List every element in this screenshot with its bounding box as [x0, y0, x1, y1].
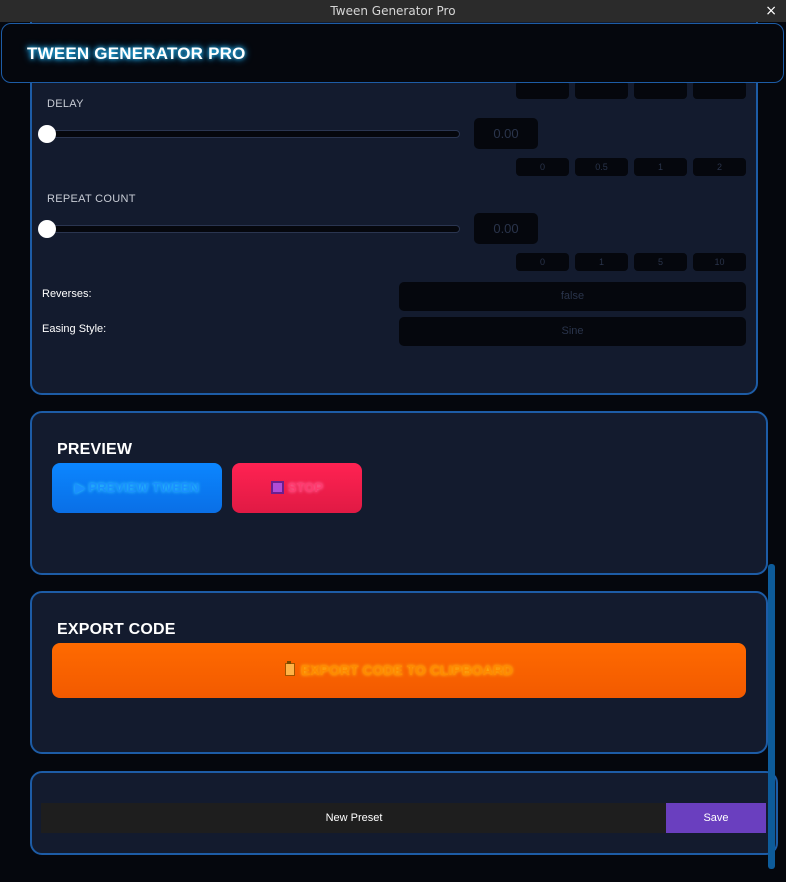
preview-tween-button[interactable]: ▶ PREVIEW TWEEN	[52, 463, 222, 513]
repeat-count-label: REPEAT COUNT	[47, 193, 136, 205]
delay-slider-handle[interactable]	[38, 125, 56, 143]
preview-title: PREVIEW	[57, 441, 133, 458]
preview-panel: PREVIEW ▶ PREVIEW TWEEN STOP	[30, 411, 768, 575]
app-header: TWEEN GENERATOR PRO	[1, 23, 784, 83]
app-title: TWEEN GENERATOR PRO	[27, 44, 246, 63]
stop-icon	[270, 481, 284, 494]
export-title: EXPORT CODE	[57, 621, 176, 638]
repeat-preset-1[interactable]: 1	[575, 253, 628, 271]
repeat-count-value-box[interactable]: 0.00	[474, 213, 538, 244]
preset-name-input[interactable]: New Preset	[41, 803, 667, 833]
delay-preset-3[interactable]: 2	[693, 158, 746, 176]
prev-preset-chip[interactable]	[575, 81, 628, 99]
app-body: TWEEN GENERATOR PRO DELAY 0.00 0 0.5 1 2…	[0, 22, 786, 882]
delay-preset-1[interactable]: 0.5	[575, 158, 628, 176]
clipboard-icon	[284, 661, 295, 676]
repeat-preset-3[interactable]: 10	[693, 253, 746, 271]
export-code-label: EXPORT CODE TO CLIPBOARD	[300, 662, 514, 678]
repeat-preset-0[interactable]: 0	[516, 253, 569, 271]
stop-label: STOP	[287, 480, 324, 495]
export-panel: EXPORT CODE EXPORT CODE TO CLIPBOARD	[30, 591, 768, 754]
prev-preset-chip[interactable]	[516, 81, 569, 99]
easing-style-dropdown[interactable]: Sine	[399, 317, 746, 346]
window-title: Tween Generator Pro	[330, 4, 456, 18]
delay-preset-2[interactable]: 1	[634, 158, 687, 176]
export-code-button[interactable]: EXPORT CODE TO CLIPBOARD	[52, 643, 746, 698]
preview-tween-label: ▶ PREVIEW TWEEN	[74, 480, 200, 495]
repeat-count-slider[interactable]	[40, 225, 460, 233]
reverses-toggle[interactable]: false	[399, 282, 746, 311]
reverses-label: Reverses:	[42, 288, 92, 300]
prev-preset-chip[interactable]	[634, 81, 687, 99]
save-preset-button[interactable]: Save	[666, 803, 766, 833]
prev-preset-chip[interactable]	[693, 81, 746, 99]
delay-slider[interactable]	[40, 130, 460, 138]
delay-label: DELAY	[47, 98, 84, 110]
close-icon[interactable]: ×	[765, 0, 777, 22]
repeat-count-slider-handle[interactable]	[38, 220, 56, 238]
stop-button[interactable]: STOP	[232, 463, 362, 513]
repeat-preset-2[interactable]: 5	[634, 253, 687, 271]
preset-panel: New Preset Save	[30, 771, 778, 855]
easing-style-label: Easing Style:	[42, 323, 107, 335]
delay-value-box[interactable]: 0.00	[474, 118, 538, 149]
scrollbar[interactable]	[768, 564, 775, 869]
delay-preset-0[interactable]: 0	[516, 158, 569, 176]
window-titlebar: Tween Generator Pro ×	[0, 0, 786, 22]
